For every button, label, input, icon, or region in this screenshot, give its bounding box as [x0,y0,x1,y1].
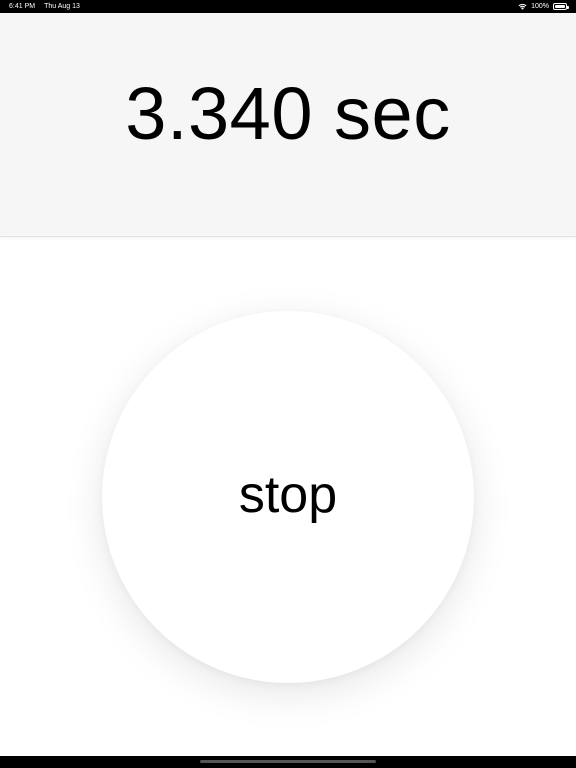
battery-percentage: 100% [531,3,549,10]
app-screen: 6:41 PM Thu Aug 13 100% 3.340 sec stop [0,0,576,768]
status-left: 6:41 PM Thu Aug 13 [9,0,80,13]
wifi-icon [518,3,527,10]
stop-button-label: stop [238,466,338,524]
status-right: 100% [518,0,569,13]
stop-button[interactable]: stop [102,311,474,683]
timer-panel: 3.340 sec [0,13,576,237]
home-indicator[interactable] [200,760,376,763]
bottom-bar [0,756,576,768]
battery-fill [555,5,565,8]
status-date: Thu Aug 13 [44,3,80,10]
status-time: 6:41 PM [9,3,36,10]
status-bar: 6:41 PM Thu Aug 13 100% [0,0,576,13]
battery-icon [553,3,569,10]
elapsed-time-readout: 3.340 sec [125,72,451,155]
